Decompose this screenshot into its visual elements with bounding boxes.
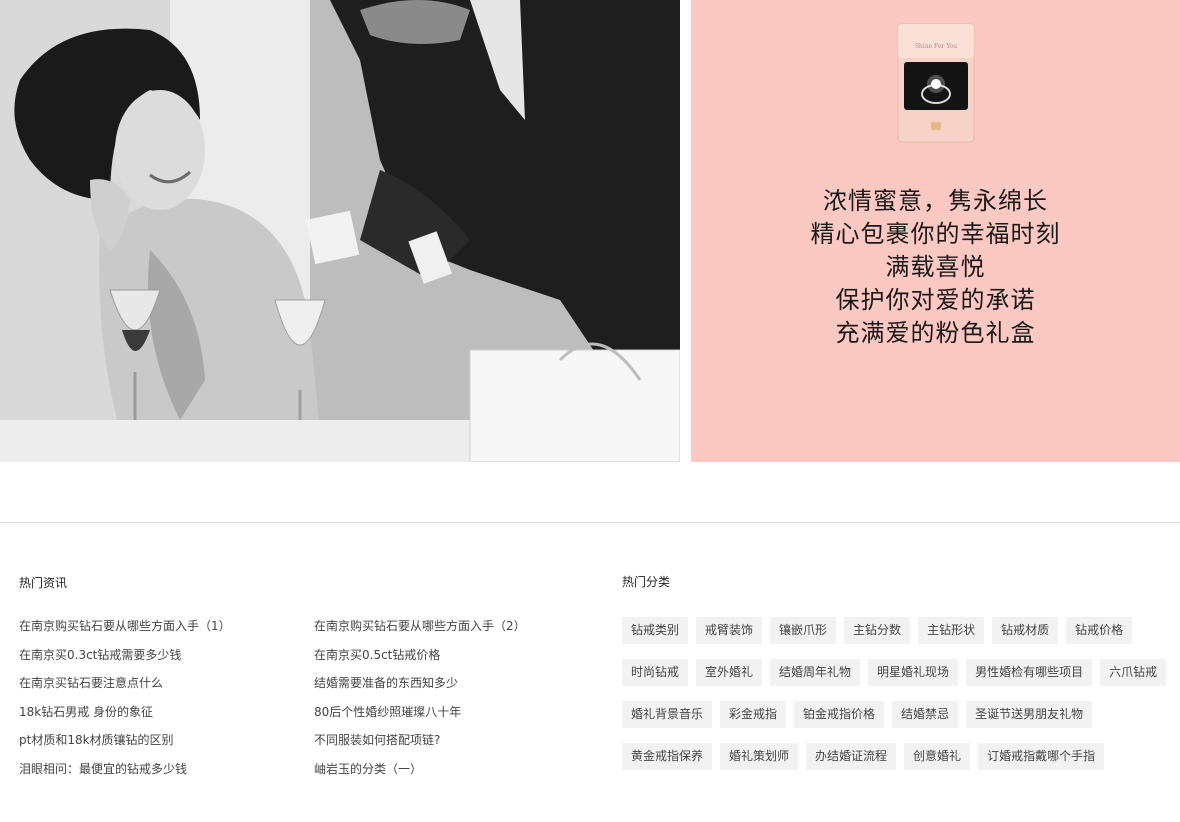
category-tag[interactable]: 钻戒价格 — [1066, 617, 1133, 644]
tag-row: 黄金戒指保养 婚礼策划师 办结婚证流程 创意婚礼 订婚戒指戴哪个手指 — [622, 743, 1162, 770]
news-link[interactable]: 在南京买0.3ct钻戒需要多少钱 — [19, 641, 231, 670]
tag-row: 时尚钻戒 室外婚礼 结婚周年礼物 明星婚礼现场 男性婚检有哪些项目 六爪钻戒 — [622, 659, 1167, 686]
category-tag[interactable]: 创意婚礼 — [904, 743, 971, 770]
hot-news-title: 热门资讯 — [19, 576, 68, 590]
promo-line: 满载喜悦 — [885, 253, 986, 281]
news-link[interactable]: 18k钻石男戒 身份的象征 — [19, 698, 231, 727]
news-link[interactable]: pt材质和18k材质镶钻的区别 — [19, 726, 231, 755]
category-tag[interactable]: 钻戒类别 — [622, 617, 689, 644]
tag-row: 婚礼背景音乐 彩金戒指 铂金戒指价格 结婚禁忌 圣诞节送男朋友礼物 — [622, 701, 1162, 728]
ring-box-image: Shine For You — [897, 23, 975, 143]
news-link[interactable]: 不同服装如何搭配项链? — [314, 726, 526, 755]
section-divider — [0, 522, 1180, 523]
promo-line: 充满爱的粉色礼盒 — [835, 319, 1036, 347]
banner-photo[interactable] — [0, 0, 680, 462]
category-tag[interactable]: 黄金戒指保养 — [622, 743, 713, 770]
category-tag[interactable]: 戒臂装饰 — [696, 617, 763, 644]
category-tag[interactable]: 婚礼背景音乐 — [622, 701, 713, 728]
hot-categories-title: 热门分类 — [622, 575, 671, 589]
category-tag[interactable]: 主钻分数 — [844, 617, 911, 644]
category-tag[interactable]: 铂金戒指价格 — [794, 701, 885, 728]
news-link[interactable]: 80后个性婚纱照璀璨八十年 — [314, 698, 526, 727]
category-tag[interactable]: 镶嵌爪形 — [770, 617, 837, 644]
promo-line: 浓情蜜意，隽永绵长 — [823, 187, 1048, 215]
news-link[interactable]: 在南京购买钻石要从哪些方面入手（2） — [314, 612, 526, 641]
category-tag[interactable]: 时尚钻戒 — [622, 659, 689, 686]
category-tag[interactable]: 明星婚礼现场 — [868, 659, 959, 686]
category-tag[interactable]: 主钻形状 — [918, 617, 985, 644]
category-tag[interactable]: 彩金戒指 — [720, 701, 787, 728]
category-tag[interactable]: 钻戒材质 — [992, 617, 1059, 644]
hot-news-list-left: 在南京购买钻石要从哪些方面入手（1） 在南京买0.3ct钻戒需要多少钱 在南京买… — [19, 612, 231, 783]
category-tag[interactable]: 圣诞节送男朋友礼物 — [966, 701, 1093, 728]
promo-text: 浓情蜜意，隽永绵长 精心包裹你的幸福时刻 满载喜悦 保护你对爱的承诺 充满爱的粉… — [691, 185, 1180, 350]
category-tag[interactable]: 室外婚礼 — [696, 659, 763, 686]
category-tag[interactable]: 订婚戒指戴哪个手指 — [978, 743, 1105, 770]
promo-line: 精心包裹你的幸福时刻 — [810, 220, 1061, 248]
category-tag[interactable]: 婚礼策划师 — [720, 743, 799, 770]
category-tag-cloud: 钻戒类别 戒臂装饰 镶嵌爪形 主钻分数 主钻形状 钻戒材质 钻戒价格 时尚钻戒 … — [622, 617, 1167, 785]
hot-news-list-right: 在南京购买钻石要从哪些方面入手（2） 在南京买0.5ct钻戒价格 结婚需要准备的… — [314, 612, 526, 783]
promo-line: 保护你对爱的承诺 — [835, 286, 1036, 314]
couple-photo-illustration — [0, 0, 680, 462]
news-link[interactable]: 结婚需要准备的东西知多少 — [314, 669, 526, 698]
promo-panel[interactable]: Shine For You 浓情蜜意，隽永绵长 精心包裹你的幸福时刻 满载喜悦 … — [691, 0, 1180, 462]
category-tag[interactable]: 六爪钻戒 — [1100, 659, 1167, 686]
category-tag[interactable]: 男性婚检有哪些项目 — [966, 659, 1093, 686]
category-tag[interactable]: 结婚周年礼物 — [770, 659, 861, 686]
news-link[interactable]: 在南京购买钻石要从哪些方面入手（1） — [19, 612, 231, 641]
tag-row: 钻戒类别 戒臂装饰 镶嵌爪形 主钻分数 主钻形状 钻戒材质 钻戒价格 — [622, 617, 1162, 644]
category-tag[interactable]: 办结婚证流程 — [806, 743, 897, 770]
news-link[interactable]: 泪眼相问：最便宜的钻戒多少钱 — [19, 755, 231, 784]
news-link[interactable]: 岫岩玉的分类（一） — [314, 755, 526, 784]
ring-box-text: Shine For You — [915, 43, 957, 50]
news-link[interactable]: 在南京买钻石要注意点什么 — [19, 669, 231, 698]
category-tag[interactable]: 结婚禁忌 — [892, 701, 959, 728]
news-link[interactable]: 在南京买0.5ct钻戒价格 — [314, 641, 526, 670]
